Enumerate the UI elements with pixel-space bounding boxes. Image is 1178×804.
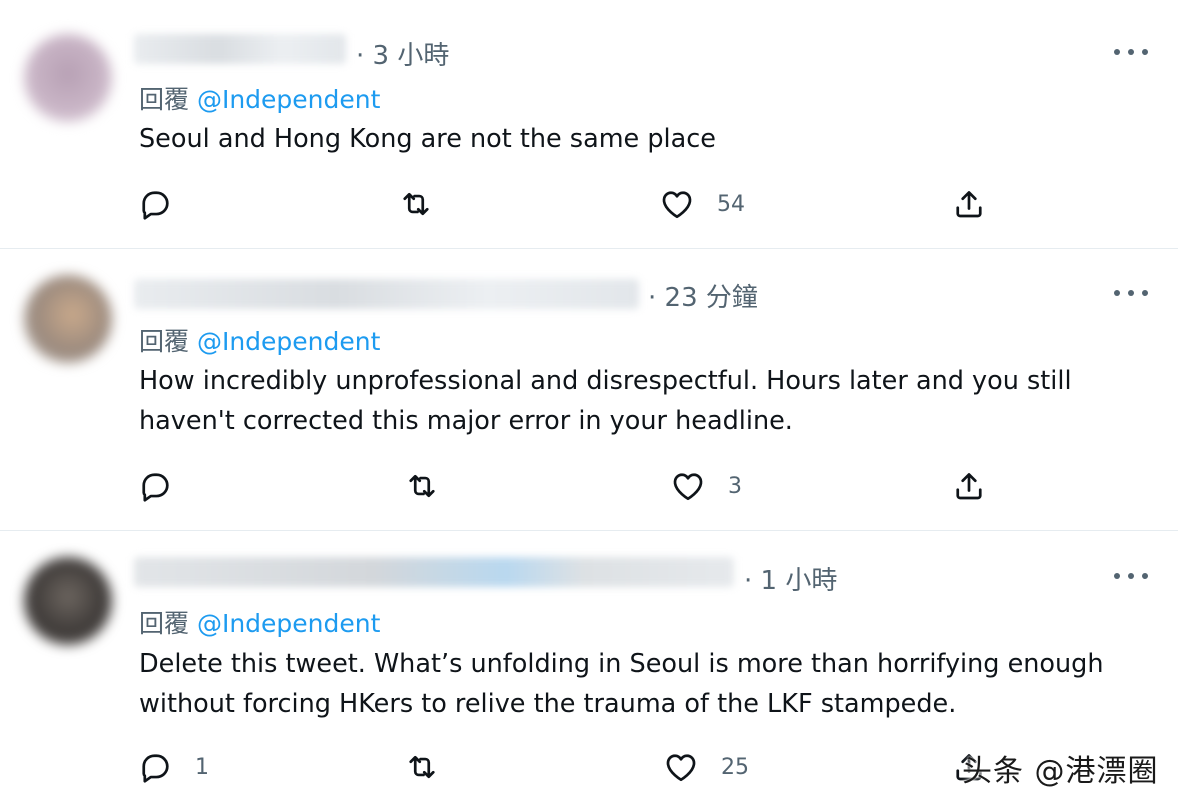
heart-icon — [666, 754, 696, 782]
tweet-text-line: Seoul and Hong Kong are not the same pla… — [139, 124, 716, 154]
timestamp[interactable]: · 1 小時 — [744, 560, 837, 597]
reply-icon — [142, 473, 169, 502]
tweet-text-line: How incredibly unprofessional and disres… — [139, 366, 1072, 396]
like-button[interactable]: 54 — [659, 186, 745, 222]
watermark: 头条 @港漂圈 — [962, 754, 1159, 789]
tweet-text: How incredibly unprofessional and disres… — [139, 361, 1159, 441]
tweet-text-line: haven't corrected this major error in yo… — [139, 406, 793, 436]
replying-to-label: 回覆 — [139, 85, 190, 114]
like-button[interactable]: 25 — [663, 749, 749, 785]
share-button[interactable] — [951, 186, 987, 222]
reply-count: 1 — [195, 754, 209, 780]
replying-to-label: 回覆 — [139, 327, 190, 356]
tweet-text-line: Delete this tweet. What’s unfolding in S… — [139, 649, 1104, 679]
tweet-text: Delete this tweet. What’s unfolding in S… — [139, 644, 1159, 724]
reply-icon — [142, 754, 169, 783]
avatar[interactable] — [24, 275, 112, 363]
avatar[interactable] — [24, 34, 112, 122]
replying-to: 回覆 @Independent — [139, 604, 380, 640]
like-button[interactable]: 3 — [670, 468, 742, 504]
author-name-redacted[interactable] — [134, 279, 639, 309]
like-count: 54 — [717, 191, 745, 217]
mention-link[interactable]: @Independent — [197, 609, 380, 638]
more-options-icon[interactable] — [1114, 283, 1148, 303]
timestamp[interactable]: · 3 小時 — [356, 35, 449, 72]
retweet-icon — [403, 192, 429, 216]
reply-tweet-1[interactable]: · 3 小時 回覆 @Independent Seoul and Hong Ko… — [0, 0, 1178, 248]
tweet-text-line: without forcing HKers to relive the trau… — [139, 689, 957, 719]
more-options-icon[interactable] — [1114, 42, 1148, 62]
author-name-redacted[interactable] — [134, 34, 346, 64]
timestamp[interactable]: · 23 分鐘 — [648, 277, 758, 314]
replying-to: 回覆 @Independent — [139, 322, 380, 358]
heart-icon — [673, 473, 703, 501]
reply-tweet-2[interactable]: · 23 分鐘 回覆 @Independent How incredibly u… — [0, 249, 1178, 530]
reply-icon — [142, 191, 169, 220]
retweet-button[interactable] — [404, 749, 462, 785]
retweet-icon — [409, 755, 435, 779]
more-options-icon[interactable] — [1114, 566, 1148, 586]
reply-button[interactable] — [137, 186, 195, 222]
reply-button[interactable]: 1 — [137, 749, 209, 785]
mention-link[interactable]: @Independent — [197, 327, 380, 356]
author-name-redacted[interactable] — [134, 557, 734, 587]
retweet-button[interactable] — [398, 186, 456, 222]
like-count: 3 — [728, 473, 742, 499]
share-icon — [956, 473, 982, 500]
like-count: 25 — [721, 754, 749, 780]
share-icon — [956, 191, 982, 218]
replying-to: 回覆 @Independent — [139, 80, 380, 116]
share-button[interactable] — [951, 468, 987, 504]
heart-icon — [662, 191, 692, 219]
reply-button[interactable] — [137, 468, 195, 504]
retweet-icon — [409, 474, 435, 498]
tweet-text: Seoul and Hong Kong are not the same pla… — [139, 119, 1159, 159]
replying-to-label: 回覆 — [139, 609, 190, 638]
avatar[interactable] — [24, 557, 112, 645]
mention-link[interactable]: @Independent — [197, 85, 380, 114]
retweet-button[interactable] — [404, 468, 462, 504]
